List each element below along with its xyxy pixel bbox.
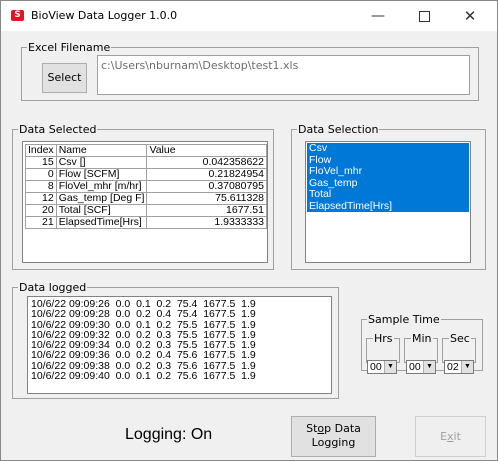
table-row[interactable]: 0 Flow [SCFM] 0.21824954 (25, 168, 267, 181)
data-selection-listbox[interactable]: Csv Flow FloVel_mhr Gas_temp Total Elaps… (305, 141, 471, 263)
cell-value: 1.9333333 (146, 216, 267, 229)
chevron-down-icon[interactable]: ▼ (461, 361, 473, 373)
cell-index: 12 (25, 192, 57, 205)
data-selected-label: Data Selected (19, 123, 97, 136)
chevron-down-icon[interactable]: ▼ (384, 361, 396, 373)
cell-index: 0 (25, 168, 57, 181)
maximize-icon (418, 10, 430, 22)
data-logged-textbox[interactable]: 10/6/22 09:09:26 0.0 0.1 0.2 75.4 1677.5… (27, 296, 332, 394)
select-file-button[interactable]: Select (42, 63, 87, 93)
stop-button-line1: Stop Data (306, 422, 361, 435)
cell-value: 0.37080795 (146, 180, 267, 193)
sec-value: 02 (447, 361, 459, 373)
list-item[interactable]: ElapsedTime[Hrs] (307, 200, 469, 212)
hrs-value: 00 (370, 361, 382, 373)
list-item[interactable]: Gas_temp (307, 177, 469, 189)
sec-select[interactable]: 02 ▼ (444, 360, 474, 374)
cell-value: 0.21824954 (146, 168, 267, 181)
min-select[interactable]: 00 ▼ (406, 360, 436, 374)
list-item[interactable]: FloVel_mhr (307, 165, 469, 178)
hrs-select[interactable]: 00 ▼ (367, 360, 397, 374)
minimize-button[interactable]: — (355, 1, 401, 31)
table-header-row: Index Name Value (25, 144, 267, 157)
min-label: Min (412, 332, 432, 345)
stop-data-logging-button[interactable]: Stop Data Logging (291, 416, 376, 457)
title-bar[interactable]: S BioView Data Logger 1.0.0 — ✕ (1, 1, 497, 31)
cell-name: ElapsedTime[Hrs] (55, 216, 148, 229)
list-item[interactable]: Total (307, 188, 469, 201)
stop-button-line2: Logging (311, 436, 356, 449)
table-row[interactable]: 15 Csv [] 0.042358622 (25, 156, 267, 169)
sec-group: Sec 02 ▼ (442, 332, 476, 374)
excel-filename-label: Excel Filename (28, 41, 111, 54)
cell-index: 15 (25, 156, 57, 169)
cell-index: 20 (25, 204, 57, 217)
cell-value: 75.611328 (146, 192, 267, 205)
cell-name: Csv [] (55, 156, 148, 169)
cell-value: 0.042358622 (146, 156, 267, 169)
data-selection-label: Data Selection (298, 123, 379, 136)
table-row[interactable]: 12 Gas_temp [Deg F] 75.611328 (25, 192, 267, 205)
window-title: BioView Data Logger 1.0.0 (31, 9, 178, 22)
column-header-index[interactable]: Index (25, 144, 57, 157)
app-icon: S (11, 10, 24, 21)
column-header-value[interactable]: Value (146, 144, 267, 157)
sample-time-group: Sample Time Hrs 00 ▼ Min 00 ▼ Sec 02 ▼ (361, 313, 483, 374)
exit-button[interactable]: Exit (415, 416, 486, 457)
maximize-button[interactable] (401, 1, 447, 31)
log-line: 10/6/22 09:09:40 0.0 0.1 0.2 75.6 1677.5… (31, 370, 256, 383)
data-logged-label: Data logged (19, 281, 87, 294)
filename-field[interactable]: c:\Users\nburnam\Desktop\test1.xls (97, 55, 470, 95)
table-row[interactable]: 21 ElapsedTime[Hrs] 1.9333333 (25, 216, 267, 229)
sample-time-label: Sample Time (368, 313, 440, 326)
minimize-icon: — (371, 8, 385, 24)
table-row[interactable]: 20 Total [SCF] 1677.51 (25, 204, 267, 217)
hrs-label: Hrs (374, 332, 393, 345)
close-icon: ✕ (463, 7, 477, 25)
cell-name: Gas_temp [Deg F] (55, 192, 148, 205)
list-item[interactable]: Csv (307, 142, 469, 155)
chevron-down-icon[interactable]: ▼ (423, 361, 435, 373)
cell-index: 8 (25, 180, 57, 193)
cell-name: Flow [SCFM] (55, 168, 148, 181)
table-row[interactable]: 8 FloVel_mhr [m/hr] 0.37080795 (25, 180, 267, 193)
logging-status: Logging: On (125, 426, 213, 443)
hrs-group: Hrs 00 ▼ (366, 332, 400, 374)
min-group: Min 00 ▼ (404, 332, 438, 374)
sec-label: Sec (450, 332, 470, 345)
cell-name: Total [SCF] (55, 204, 148, 217)
cell-value: 1677.51 (146, 204, 267, 217)
data-selected-table[interactable]: Index Name Value 15 Csv [] 0.042358622 0… (22, 141, 268, 263)
cell-index: 21 (25, 216, 57, 229)
min-value: 00 (409, 361, 421, 373)
close-button[interactable]: ✕ (447, 1, 493, 31)
cell-name: FloVel_mhr [m/hr] (55, 180, 148, 193)
column-header-name[interactable]: Name (55, 144, 148, 157)
app-window: S BioView Data Logger 1.0.0 — ✕ Excel Fi… (0, 0, 498, 461)
